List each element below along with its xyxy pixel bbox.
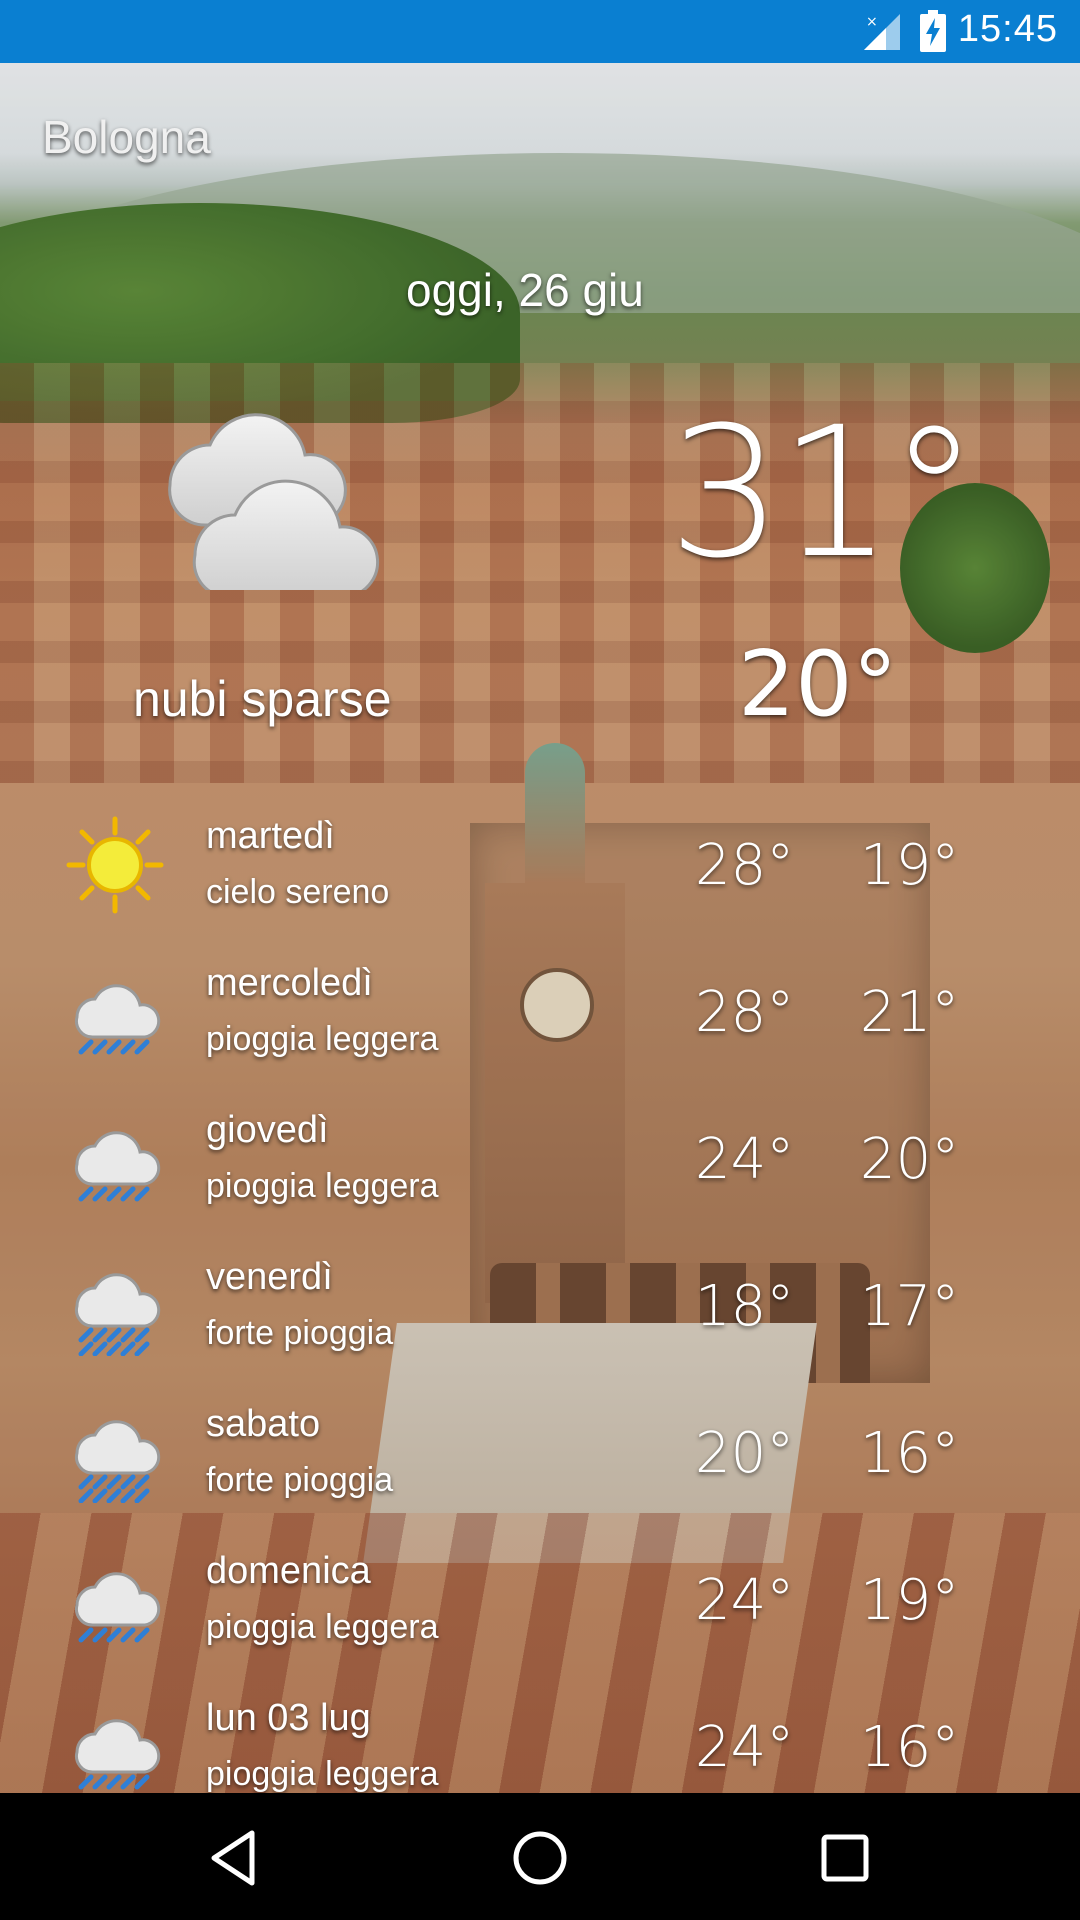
svg-text:×: ×: [866, 14, 878, 30]
current-description: nubi sparse: [133, 671, 392, 727]
current-temp-max: 31°: [668, 389, 979, 598]
light-rain-icon: [75, 1572, 161, 1643]
forecast-temp-max: 18°: [695, 1274, 795, 1339]
forecast-day: sabato: [206, 1403, 321, 1445]
light-rain-icon: [75, 984, 161, 1055]
forecast-description: pioggia leggera: [206, 1608, 439, 1646]
forecast-description: pioggia leggera: [206, 1755, 439, 1793]
forecast-row[interactable]: domenica pioggia leggera 24° 19°: [0, 1550, 1080, 1697]
forecast-row[interactable]: sabato forte pioggia 20° 16°: [0, 1403, 1080, 1550]
forecast-row[interactable]: martedì cielo sereno 28° 19°: [0, 815, 1080, 962]
forecast-row[interactable]: mercoledì pioggia leggera 28° 21°: [0, 962, 1080, 1109]
forecast-temp-max: 28°: [695, 980, 795, 1045]
forecast-day: martedì: [206, 815, 335, 857]
heavy-rain-icon: [75, 1420, 161, 1503]
forecast-temp-min: 20°: [860, 1127, 960, 1192]
forecast-temp-min: 16°: [860, 1421, 960, 1486]
today-date: oggi, 26 giu: [406, 264, 644, 316]
forecast-temp-max: 20°: [695, 1421, 795, 1486]
forecast-temp-min: 17°: [860, 1274, 960, 1339]
heavy-rain-icon: [75, 1273, 161, 1356]
light-rain-icon: [75, 1719, 161, 1790]
city-name[interactable]: Bologna: [42, 110, 211, 164]
forecast-temp-max: 24°: [695, 1715, 795, 1780]
scattered-clouds-icon: [168, 413, 380, 590]
forecast-day: domenica: [206, 1550, 371, 1592]
sun-icon: [66, 816, 164, 914]
status-time: 15:45: [957, 8, 1058, 50]
forecast-temp-min: 16°: [860, 1715, 960, 1780]
forecast-day: giovedì: [206, 1109, 329, 1151]
forecast-row[interactable]: venerdì forte pioggia 18° 17°: [0, 1256, 1080, 1403]
home-circle-icon[interactable]: [505, 1823, 575, 1893]
forecast-temp-max: 24°: [695, 1568, 795, 1633]
forecast-description: forte pioggia: [206, 1461, 394, 1499]
forecast-temp-min: 19°: [860, 1568, 960, 1633]
status-bar: × 15:45: [0, 0, 1080, 63]
forecast-day: venerdì: [206, 1256, 333, 1298]
forecast-day: lun 03 lug: [206, 1697, 371, 1739]
signal-no-data-icon: ×: [864, 14, 900, 50]
forecast-description: pioggia leggera: [206, 1020, 439, 1058]
forecast-temp-min: 21°: [860, 980, 960, 1045]
forecast-temp-min: 19°: [860, 833, 960, 898]
forecast-temp-max: 28°: [695, 833, 795, 898]
light-rain-icon: [75, 1131, 161, 1202]
recents-square-icon[interactable]: [810, 1823, 880, 1893]
forecast-temp-max: 24°: [695, 1127, 795, 1192]
navigation-bar: [0, 1793, 1080, 1920]
current-temp-min: 20°: [738, 632, 898, 737]
back-triangle-icon[interactable]: [200, 1823, 270, 1893]
battery-charging-icon: [920, 10, 946, 52]
forecast-day: mercoledì: [206, 962, 373, 1004]
forecast-description: forte pioggia: [206, 1314, 394, 1352]
forecast-description: pioggia leggera: [206, 1167, 439, 1205]
forecast-description: cielo sereno: [206, 873, 390, 911]
forecast-row[interactable]: giovedì pioggia leggera 24° 20°: [0, 1109, 1080, 1256]
